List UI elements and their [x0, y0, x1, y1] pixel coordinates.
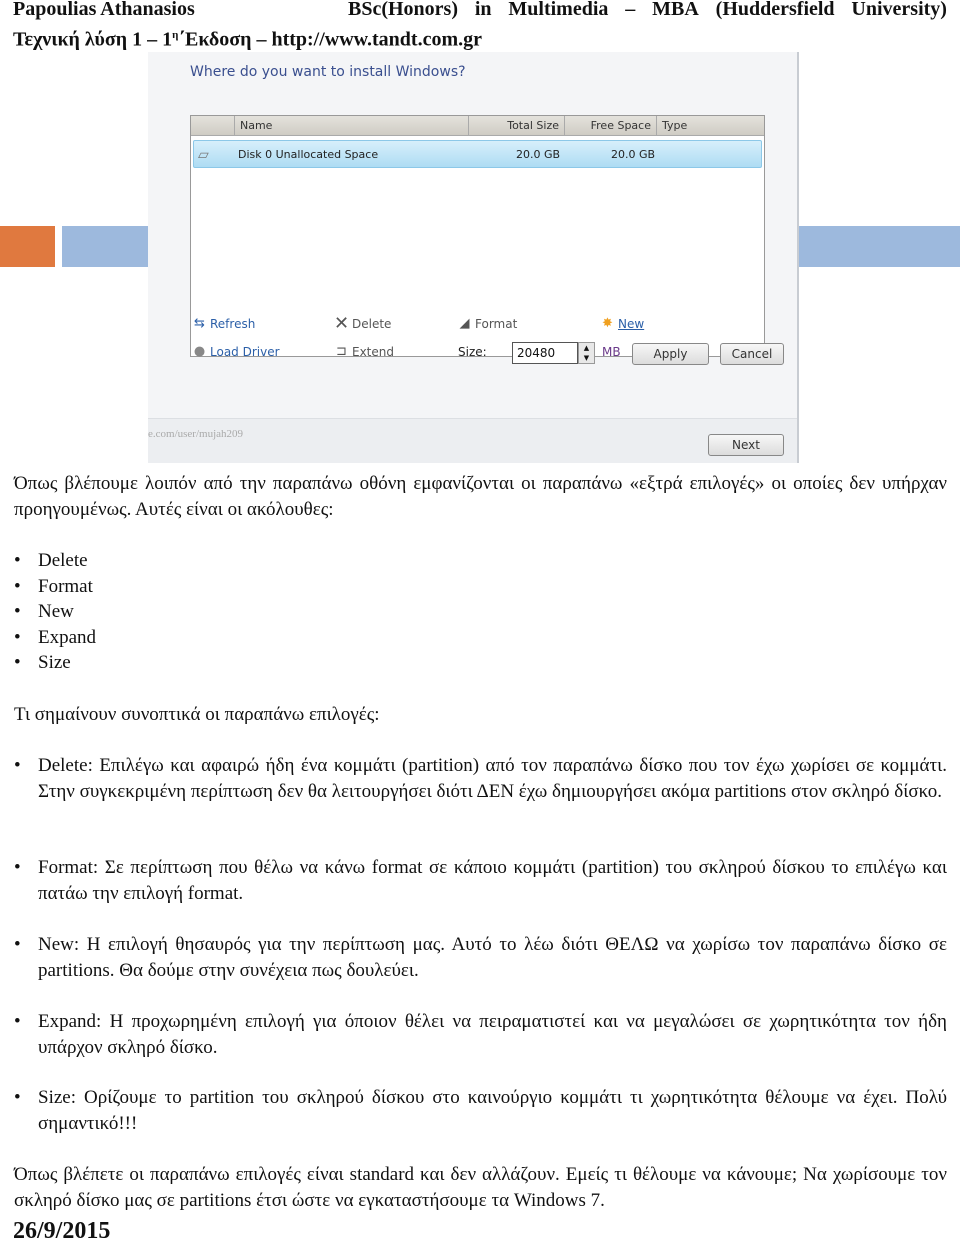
- disk-icon: ▱: [198, 147, 209, 163]
- cancel-button[interactable]: Cancel: [720, 343, 784, 365]
- list-item: Format: [14, 574, 947, 600]
- extend-icon: ⊐: [336, 344, 347, 359]
- subtitle-pre: Τεχνική λύση 1 – 1: [13, 28, 173, 51]
- col-name[interactable]: Name: [235, 116, 469, 135]
- degree-word: –: [625, 0, 636, 20]
- degree-word: University): [851, 0, 947, 20]
- detail-item: Format: Σε περίπτωση που θέλω να κάνω fo…: [14, 855, 947, 906]
- windows-install-screenshot: Where do you want to install Windows? Na…: [148, 52, 799, 463]
- degree: BSc(Honors) in Multimedia – MBA (Hudders…: [348, 0, 947, 21]
- dialog-footer: e.com/user/mujah209 Next: [148, 418, 797, 463]
- dialog-title: Where do you want to install Windows?: [190, 64, 466, 80]
- degree-word: MBA: [652, 0, 699, 20]
- delete-label: Delete: [352, 317, 392, 331]
- size-unit: MB: [602, 345, 621, 359]
- row-total: 20.0 GB: [516, 148, 561, 161]
- row-name: Disk 0 Unallocated Space: [238, 148, 379, 161]
- detail-item: Delete: Επιλέγω και αφαιρώ ήδη ένα κομμά…: [14, 753, 947, 804]
- format-label: Format: [475, 317, 518, 331]
- size-label: Size:: [458, 345, 487, 359]
- format-icon: ◢: [459, 316, 470, 331]
- subtitle-post: ΄Εκδοση – http://www.tandt.com.gr: [178, 28, 483, 51]
- delete-link[interactable]: ✕ Delete: [334, 313, 392, 334]
- new-label: New: [618, 317, 645, 331]
- watermark: e.com/user/mujah209: [148, 428, 244, 440]
- table-row[interactable]: ▱ Disk 0 Unallocated Space 20.0 GB 20.0 …: [193, 140, 762, 168]
- refresh-link[interactable]: ⇆ Refresh: [192, 316, 256, 332]
- load-driver-label: Load Driver: [210, 345, 280, 359]
- globe-icon: ●: [193, 344, 206, 359]
- size-stepper[interactable]: ▲ ▼: [578, 342, 595, 364]
- list-item: New: [14, 599, 947, 625]
- format-link[interactable]: ◢ Format: [457, 316, 518, 332]
- blue-decor-right: [797, 226, 960, 267]
- col-total[interactable]: Total Size: [469, 116, 565, 135]
- col-free[interactable]: Free Space: [565, 116, 657, 135]
- blue-decor-left: [62, 226, 152, 267]
- intro-paragraph: Όπως βλέπουμε λοιπόν από την παραπάνω οθ…: [14, 473, 947, 520]
- col-icon: [191, 116, 235, 135]
- detail-item: Expand: Η προχωρημένη επιλογή για όποιον…: [14, 1009, 947, 1060]
- size-input[interactable]: 20480: [512, 342, 578, 364]
- extend-link[interactable]: ⊐ Extend: [334, 344, 394, 360]
- degree-word: (Huddersfield: [715, 0, 835, 20]
- refresh-icon: ⇆: [194, 316, 205, 331]
- page-header: Papoulias Athanasios BSc(Honors) in Mult…: [13, 0, 947, 21]
- list-item: Size: [14, 650, 947, 676]
- degree-word: BSc(Honors): [348, 0, 458, 20]
- refresh-label: Refresh: [210, 317, 256, 331]
- detail-item: New: Η επιλογή θησαυρός για την περίπτωσ…: [14, 932, 947, 983]
- degree-word: Multimedia: [508, 0, 609, 20]
- closing-paragraph: Όπως βλέπετε οι παραπάνω επιλογές είναι …: [14, 1164, 947, 1211]
- row-free: 20.0 GB: [611, 148, 656, 161]
- apply-button[interactable]: Apply: [632, 343, 709, 365]
- col-type[interactable]: Type: [657, 116, 764, 135]
- next-button[interactable]: Next: [708, 434, 784, 456]
- delete-icon: ✕: [334, 313, 350, 334]
- subtitle: Τεχνική λύση 1 – 1η΄Εκδοση – http://www.…: [13, 23, 947, 52]
- orange-decor: [0, 226, 55, 267]
- detail-item: Size: Ορίζουμε το partition του σκληρού …: [14, 1085, 947, 1136]
- list-item: Delete: [14, 548, 947, 574]
- footer-date: 26/9/2015: [13, 1218, 111, 1244]
- degree-word: in: [474, 0, 492, 20]
- list-item: Expand: [14, 625, 947, 651]
- summary-heading: Τι σημαίνουν συνοπτικά οι παραπάνω επιλο…: [14, 704, 380, 725]
- star-icon: ✸: [602, 316, 613, 331]
- extend-label: Extend: [352, 345, 394, 359]
- new-link[interactable]: ✸ New: [600, 316, 645, 332]
- load-driver-link[interactable]: ● Load Driver: [192, 344, 280, 360]
- author: Papoulias Athanasios: [13, 0, 195, 20]
